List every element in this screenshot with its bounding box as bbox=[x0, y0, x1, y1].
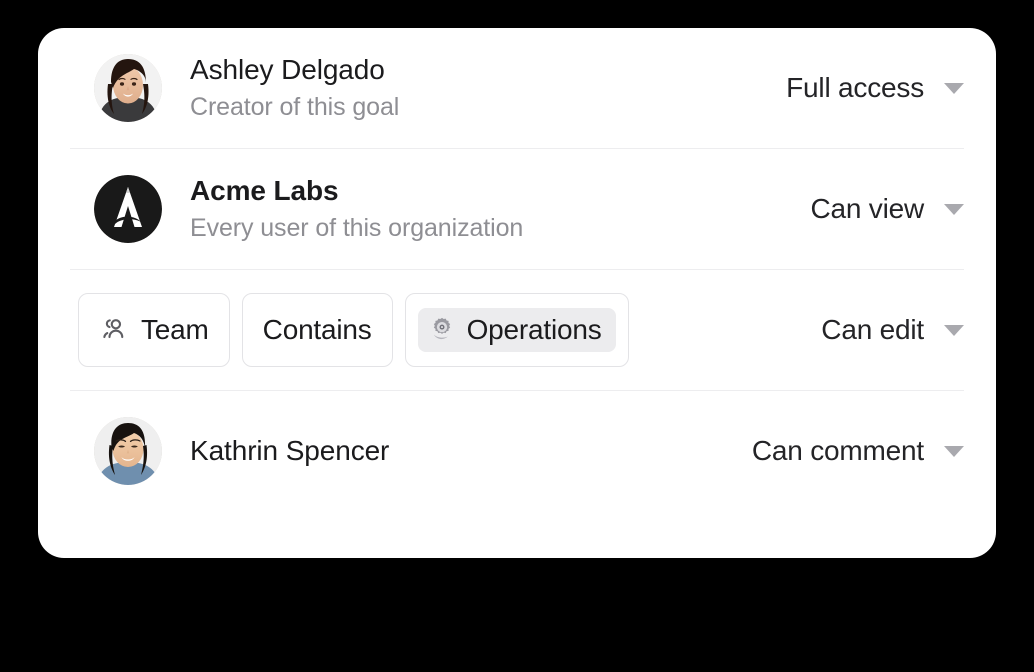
rule-chip-contains[interactable]: Contains bbox=[241, 293, 393, 367]
chevron-down-icon bbox=[944, 324, 964, 336]
chevron-down-icon bbox=[944, 203, 964, 215]
rule-chip-label: Team bbox=[141, 314, 209, 345]
rule-chip-label: Contains bbox=[262, 314, 372, 345]
permission-dropdown-full-access[interactable]: Full access bbox=[786, 72, 964, 104]
permission-row-person[interactable]: Kathrin Spencer Can comment bbox=[38, 391, 996, 511]
identity-block: Acme Labs Every user of this organizatio… bbox=[190, 174, 523, 243]
permission-dropdown-can-view[interactable]: Can view bbox=[810, 193, 964, 225]
rule-chip-group: Team Contains Operations bbox=[78, 293, 629, 367]
person-subtitle: Creator of this goal bbox=[190, 92, 400, 121]
gear-icon bbox=[428, 316, 456, 344]
rule-chip-value-pill: Operations bbox=[417, 308, 616, 352]
rule-chip-label: Operations bbox=[466, 314, 602, 345]
avatar-acme-labs-logo bbox=[94, 175, 162, 243]
people-icon bbox=[99, 313, 129, 348]
organization-name: Acme Labs bbox=[190, 175, 339, 207]
avatar-kathrin-spencer bbox=[94, 417, 162, 485]
sharing-permissions-card: Ashley Delgado Creator of this goal Full… bbox=[38, 28, 996, 558]
person-name: Ashley Delgado bbox=[190, 54, 385, 86]
rule-chip-operations[interactable]: Operations bbox=[404, 293, 629, 367]
permission-label: Can edit bbox=[821, 314, 924, 345]
permission-dropdown-can-comment[interactable]: Can comment bbox=[752, 435, 964, 467]
permission-label: Can comment bbox=[751, 435, 924, 466]
identity-block: Kathrin Spencer bbox=[190, 434, 389, 468]
organization-subtitle: Every user of this organization bbox=[190, 213, 524, 242]
permission-label: Full access bbox=[786, 72, 924, 103]
permission-dropdown-can-edit[interactable]: Can edit bbox=[821, 314, 964, 346]
permission-row-person[interactable]: Ashley Delgado Creator of this goal Full… bbox=[38, 28, 996, 148]
identity-block: Ashley Delgado Creator of this goal bbox=[190, 53, 399, 122]
permission-row-organization[interactable]: Acme Labs Every user of this organizatio… bbox=[38, 149, 996, 269]
avatar-ashley-delgado bbox=[94, 54, 162, 122]
permission-label: Can view bbox=[810, 193, 924, 224]
permission-row-rule[interactable]: Team Contains Operations Can edit bbox=[38, 270, 996, 390]
rule-chip-team[interactable]: Team bbox=[78, 293, 230, 367]
chevron-down-icon bbox=[944, 445, 964, 457]
person-name: Kathrin Spencer bbox=[190, 434, 390, 466]
chevron-down-icon bbox=[944, 82, 964, 94]
screenshot-stage: Ashley Delgado Creator of this goal Full… bbox=[0, 0, 1034, 672]
